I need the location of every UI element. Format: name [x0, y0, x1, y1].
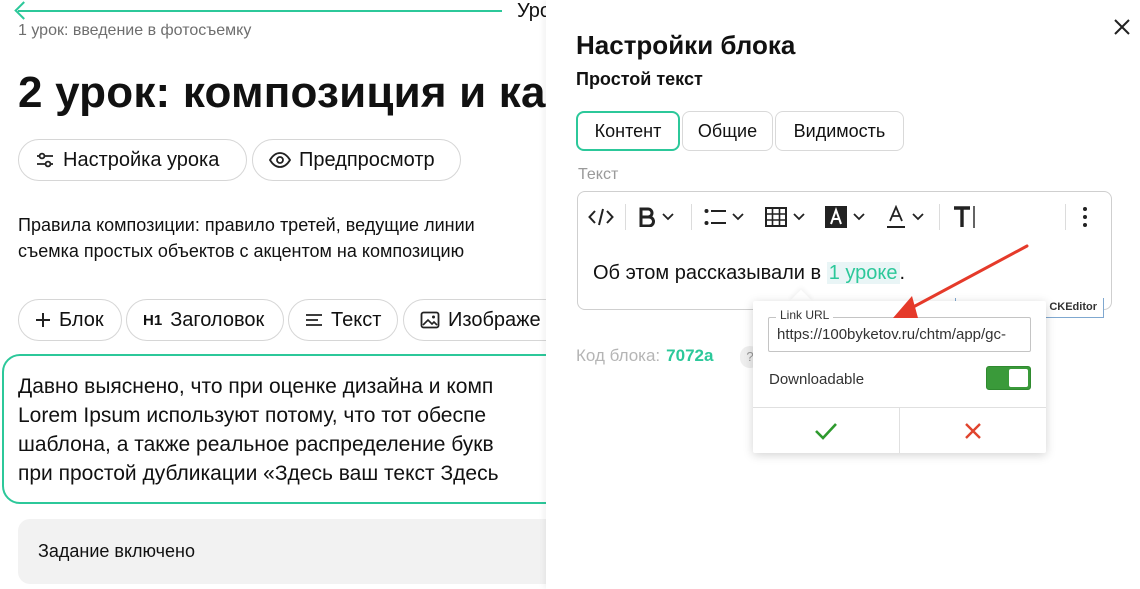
- text-field-label: Текст: [578, 166, 619, 183]
- font-color-icon: [887, 205, 905, 228]
- close-icon: [965, 422, 981, 439]
- text-block-content: Давно выяснено, что при оценке дизайна и…: [18, 372, 499, 488]
- editor-content[interactable]: Об этом рассказывали в 1 уроке.: [593, 262, 905, 285]
- chevron-down-icon: [662, 213, 674, 221]
- editor-link[interactable]: 1 уроке: [826, 262, 900, 284]
- link-url-input[interactable]: [768, 317, 1031, 352]
- task-status-label: Задание включено: [38, 541, 195, 561]
- more-options-button[interactable]: [1082, 204, 1088, 230]
- image-icon: [420, 311, 440, 329]
- rich-text-editor[interactable]: Об этом рассказывали в 1 уроке.: [577, 191, 1112, 310]
- block-code-label: Код блока:: [576, 346, 661, 365]
- bold-icon: [639, 207, 655, 227]
- lesson-settings-label: Настройка урока: [63, 148, 220, 171]
- description-line: Правила композиции: правило третей, веду…: [18, 215, 475, 235]
- block-settings-panel: Настройки блока Простой текст Контент Об…: [546, 0, 1140, 589]
- preview-label: Предпросмотр: [299, 148, 435, 171]
- popup-actions: [753, 407, 1046, 453]
- save-link-button[interactable]: [753, 408, 899, 453]
- task-status-block[interactable]: Задание включено: [18, 519, 638, 584]
- eye-icon: [269, 152, 291, 168]
- content-line: Lorem Ipsum используют потому, что тот о…: [18, 404, 487, 427]
- heading-icon: H1: [143, 311, 163, 329]
- chevron-down-icon: [732, 213, 744, 221]
- more-vertical-icon: [1083, 207, 1087, 227]
- table-icon: [765, 207, 787, 227]
- preview-button[interactable]: Предпросмотр: [252, 139, 461, 181]
- sliders-icon: [37, 152, 53, 168]
- link-popup: Link URL Downloadable: [753, 301, 1046, 453]
- close-icon: [1114, 19, 1130, 35]
- block-code-row: Код блока: 7072a: [576, 346, 713, 366]
- description-line: съемка простых объектов с акцентом на ко…: [18, 241, 465, 261]
- source-code-button[interactable]: [588, 204, 614, 230]
- chevron-down-icon: [793, 213, 805, 221]
- add-image-label: Изображе: [448, 308, 541, 331]
- plus-icon: [36, 313, 50, 327]
- add-heading-button[interactable]: H1 Заголовок: [126, 299, 284, 341]
- font-color-button[interactable]: [886, 204, 924, 230]
- cancel-link-button[interactable]: [899, 408, 1046, 453]
- downloadable-toggle[interactable]: [986, 366, 1031, 390]
- chevron-down-icon: [853, 213, 865, 221]
- add-block-label: Блок: [59, 308, 104, 331]
- text-style-button[interactable]: [952, 204, 976, 230]
- background-color-button[interactable]: [825, 204, 865, 230]
- link-url-label: Link URL: [776, 308, 834, 322]
- chevron-down-icon: [912, 213, 924, 221]
- tab-content[interactable]: Контент: [576, 111, 680, 151]
- text-size-icon: [954, 206, 975, 228]
- panel-title: Настройки блока: [576, 30, 796, 60]
- bold-button[interactable]: [638, 204, 674, 230]
- editor-text-after: .: [899, 262, 906, 284]
- toggle-knob: [1009, 369, 1028, 387]
- editor-text-before: Об этом рассказывали в: [593, 262, 827, 284]
- add-block-button[interactable]: Блок: [18, 299, 122, 341]
- checkmark-icon: [815, 422, 837, 440]
- back-arrow-icon[interactable]: [14, 1, 33, 20]
- code-icon: [588, 208, 614, 226]
- list-button[interactable]: [704, 204, 744, 230]
- back-nav-line[interactable]: [18, 10, 502, 12]
- highlight-icon: [825, 206, 847, 228]
- downloadable-label: Downloadable: [769, 371, 865, 388]
- add-heading-label: Заголовок: [170, 308, 265, 331]
- content-line: Давно выяснено, что при оценке дизайна и…: [18, 375, 494, 398]
- bulleted-list-icon: [704, 209, 726, 225]
- add-text-button[interactable]: Текст: [288, 299, 398, 341]
- block-type-label: Простой текст: [576, 69, 703, 89]
- block-code-value[interactable]: 7072a: [666, 346, 713, 365]
- close-button[interactable]: [1112, 17, 1132, 37]
- tab-visibility[interactable]: Видимость: [775, 111, 904, 151]
- content-line: шаблона, а также реальное распределение …: [18, 433, 494, 456]
- add-text-label: Текст: [331, 308, 382, 331]
- table-button[interactable]: [765, 204, 805, 230]
- content-line: при простой дубликации «Здесь ваш текст …: [18, 462, 499, 485]
- tab-general[interactable]: Общие: [682, 111, 773, 151]
- lesson-description: Правила композиции: правило третей, веду…: [18, 212, 475, 264]
- prev-lesson-link[interactable]: 1 урок: введение в фотосъемку: [18, 22, 251, 40]
- lesson-settings-button[interactable]: Настройка урока: [18, 139, 247, 181]
- page-title: 2 урок: композиция и ка: [18, 68, 546, 117]
- text-lines-icon: [306, 314, 322, 326]
